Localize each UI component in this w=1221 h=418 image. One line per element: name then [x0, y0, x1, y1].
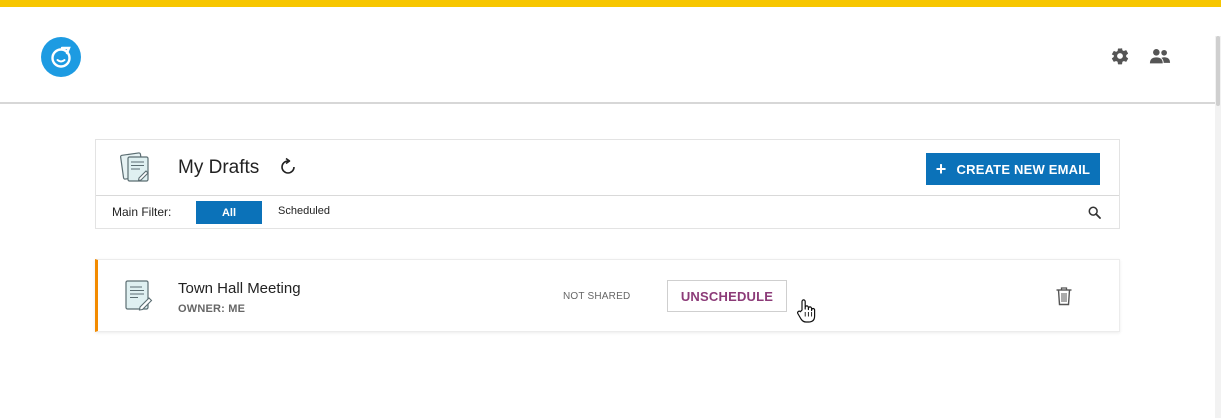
filter-row: Main Filter: All Scheduled: [96, 196, 1119, 229]
top-accent-bar: [0, 0, 1221, 7]
create-new-email-button[interactable]: + CREATE NEW EMAIL: [926, 153, 1100, 185]
page-title: My Drafts: [178, 157, 260, 178]
share-status: NOT SHARED: [563, 291, 631, 302]
app-header: [0, 7, 1215, 104]
panel-header: My Drafts + CREATE NEW EMAIL: [96, 140, 1119, 196]
gear-icon[interactable]: [1109, 45, 1131, 67]
people-icon[interactable]: [1149, 45, 1171, 67]
refresh-icon[interactable]: [278, 157, 298, 177]
filter-label: Main Filter:: [112, 205, 172, 219]
trash-icon[interactable]: [1055, 286, 1073, 306]
filter-option-scheduled[interactable]: Scheduled: [278, 205, 330, 217]
draft-card[interactable]: Town Hall Meeting OWNER: ME NOT SHARED U…: [95, 259, 1120, 332]
hand-cursor-icon: [797, 299, 816, 323]
logo-glyph-icon: [51, 46, 71, 68]
drafts-panel: My Drafts + CREATE NEW EMAIL Main Filter…: [95, 139, 1120, 229]
create-new-email-label: CREATE NEW EMAIL: [956, 161, 1091, 177]
header-icons: [1109, 45, 1171, 67]
filter-option-all[interactable]: All: [196, 201, 262, 224]
draft-owner: OWNER: ME: [178, 303, 246, 315]
search-icon[interactable]: [1088, 206, 1101, 219]
drafts-document-icon: [120, 152, 149, 182]
draft-document-icon: [125, 280, 153, 311]
unschedule-button[interactable]: UNSCHEDULE: [667, 280, 787, 312]
plus-icon: +: [935, 159, 947, 179]
scrollbar-thumb[interactable]: [1216, 36, 1220, 106]
app-logo-icon[interactable]: [41, 37, 81, 77]
draft-title[interactable]: Town Hall Meeting: [178, 280, 301, 297]
